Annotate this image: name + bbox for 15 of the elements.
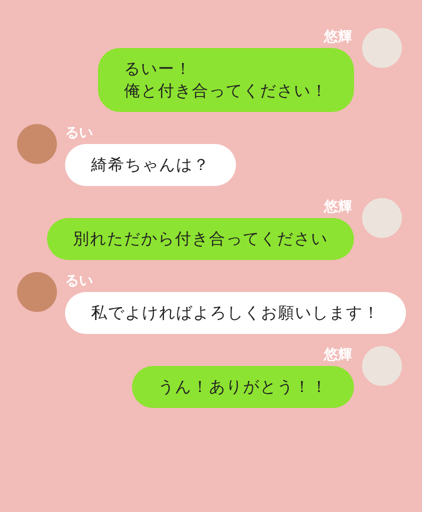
message-bubble: 別れただから付き合ってください (47, 218, 354, 260)
sender-name: るい (65, 272, 93, 290)
sender-name: 悠輝 (324, 28, 352, 46)
message-bubble: るいー！ 俺と付き合ってください！ (98, 48, 354, 112)
message-bubble: 私でよければよろしくお願いします！ (65, 292, 406, 334)
avatar-photo-placeholder (362, 198, 402, 238)
message-bubble: 綺希ちゃんは？ (65, 144, 236, 186)
avatar-photo-placeholder (362, 28, 402, 68)
sender-name: るい (65, 124, 93, 142)
avatar-photo-placeholder (17, 272, 57, 312)
sender-name: 悠輝 (324, 198, 352, 216)
message-bubble: うん！ありがとう！！ (132, 366, 354, 408)
avatar-photo-placeholder (362, 346, 402, 386)
sender-name: 悠輝 (324, 346, 352, 364)
avatar-photo-placeholder (17, 124, 57, 164)
